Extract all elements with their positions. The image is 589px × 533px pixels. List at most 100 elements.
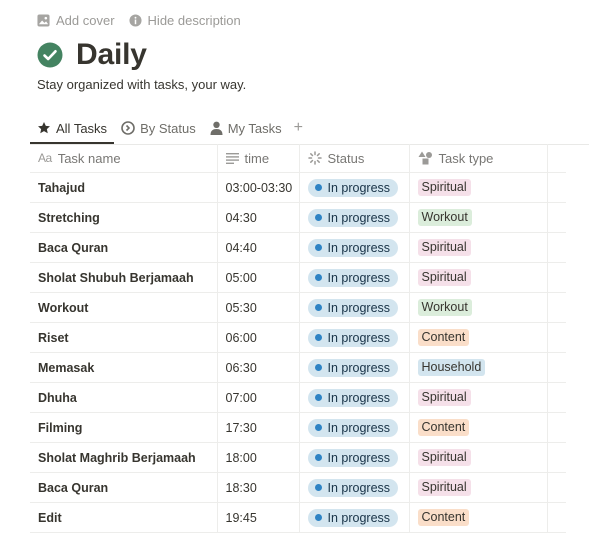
page-title[interactable]: Daily: [76, 38, 147, 72]
table-row[interactable]: Riset 06:00 In progress Content: [30, 322, 566, 353]
check-circle-icon[interactable]: [37, 42, 63, 68]
table-row[interactable]: Baca Quran 04:40 In progress Spiritual: [30, 232, 566, 263]
task-type-tag: Workout: [417, 209, 472, 226]
status-cell[interactable]: In progress: [299, 502, 410, 533]
time-cell[interactable]: 19:45: [217, 502, 300, 533]
status-circle-icon: [121, 121, 135, 135]
time-cell[interactable]: 17:30: [217, 412, 300, 443]
task-type-tag: Content: [417, 329, 470, 346]
status-cell[interactable]: In progress: [299, 262, 410, 293]
status-dot-icon: [314, 364, 322, 371]
task-type-tag: Content: [417, 509, 470, 526]
table-row[interactable]: Sholat Shubuh Berjamaah 05:00 In progress S…: [30, 262, 566, 293]
table-row[interactable]: Baca Quran 18:30 In progress Spiritual: [30, 472, 566, 503]
task-type-tag: Household: [417, 359, 486, 376]
task-name-cell[interactable]: Sholat Maghrib Berjamaah: [30, 442, 218, 473]
status-label: In progress: [327, 510, 391, 525]
status-cell[interactable]: In progress: [299, 472, 410, 503]
task-name-cell[interactable]: Stretching: [30, 202, 218, 233]
page-actions: Add cover Hide description: [37, 11, 241, 29]
status-dot-icon: [314, 274, 322, 281]
task-type-cell[interactable]: Content: [409, 502, 548, 533]
table-row[interactable]: Sholat Maghrib Berjamaah 18:00 In progress…: [30, 442, 566, 473]
table-row[interactable]: Edit 19:45 In progress Content: [30, 502, 566, 533]
table-row[interactable]: Stretching 04:30 In progress Workout: [30, 202, 566, 233]
time-cell[interactable]: 05:00: [217, 262, 300, 293]
tab-by-status[interactable]: By Status: [121, 117, 196, 139]
time-cell[interactable]: 04:30: [217, 202, 300, 233]
status-cell[interactable]: In progress: [299, 172, 410, 203]
table-row[interactable]: Dhuha 07:00 In progress Spiritual: [30, 382, 566, 413]
status-cell[interactable]: In progress: [299, 202, 410, 233]
time-cell[interactable]: 07:00: [217, 382, 300, 413]
task-name-cell[interactable]: Baca Quran: [30, 232, 218, 263]
time-cell[interactable]: 05:30: [217, 292, 300, 323]
table-row[interactable]: Filming 17:30 In progress Content: [30, 412, 566, 443]
view-tabs: All Tasks By Status My Tasks +: [37, 117, 303, 139]
add-cover-button[interactable]: Add cover: [37, 13, 115, 28]
tab-my-tasks[interactable]: My Tasks: [210, 117, 282, 139]
task-name-cell[interactable]: Sholat Shubuh Berjamaah: [30, 262, 218, 293]
status-dot-icon: [314, 424, 322, 431]
column-header-status[interactable]: Status: [299, 144, 410, 173]
task-type-cell[interactable]: Content: [409, 412, 548, 443]
task-type-cell[interactable]: Content: [409, 322, 548, 353]
table-row[interactable]: Memasak 06:30 In progress Household: [30, 352, 566, 383]
time-cell[interactable]: 06:00: [217, 322, 300, 353]
time-cell[interactable]: 18:30: [217, 472, 300, 503]
task-name-cell[interactable]: Dhuha: [30, 382, 218, 413]
task-type-cell[interactable]: Spiritual: [409, 172, 548, 203]
task-name-cell[interactable]: Riset: [30, 322, 218, 353]
time-cell[interactable]: 18:00: [217, 442, 300, 473]
table-row[interactable]: Tahajud 03:00-03:30 In progress Spiritual: [30, 172, 566, 203]
column-header-task-name[interactable]: Aa Task name: [30, 144, 218, 173]
task-type-cell[interactable]: Spiritual: [409, 232, 548, 263]
page-title-row: Daily: [37, 38, 147, 72]
task-type-cell[interactable]: Spiritual: [409, 472, 548, 503]
extra-cell: [547, 262, 566, 293]
task-name-cell[interactable]: Baca Quran: [30, 472, 218, 503]
task-name-cell[interactable]: Tahajud: [30, 172, 218, 203]
page-description[interactable]: Stay organized with tasks, your way.: [37, 77, 246, 92]
tasks-table: Aa Task name time Status Task type Tahaj…: [30, 144, 566, 533]
status-cell[interactable]: In progress: [299, 382, 410, 413]
status-label: In progress: [327, 330, 391, 345]
task-name-cell[interactable]: Filming: [30, 412, 218, 443]
status-cell[interactable]: In progress: [299, 412, 410, 443]
task-type-cell[interactable]: Spiritual: [409, 442, 548, 473]
status-cell[interactable]: In progress: [299, 442, 410, 473]
task-type-tag: Spiritual: [417, 389, 471, 406]
add-view-button[interactable]: +: [293, 117, 303, 139]
task-type-cell[interactable]: Workout: [409, 292, 548, 323]
task-name-cell[interactable]: Workout: [30, 292, 218, 323]
task-type-cell[interactable]: Workout: [409, 202, 548, 233]
column-header-time[interactable]: time: [217, 144, 300, 173]
status-badge: In progress: [307, 298, 399, 317]
table-row[interactable]: Workout 05:30 In progress Workout: [30, 292, 566, 323]
task-type-tag: Spiritual: [417, 179, 471, 196]
add-cover-label: Add cover: [56, 12, 115, 28]
time-cell[interactable]: 03:00-03:30: [217, 172, 300, 203]
extra-cell: [547, 382, 566, 413]
hide-description-button[interactable]: Hide description: [129, 13, 241, 28]
status-cell[interactable]: In progress: [299, 352, 410, 383]
time-cell[interactable]: 04:40: [217, 232, 300, 263]
column-header-extra: [547, 144, 566, 173]
column-header-task-type[interactable]: Task type: [409, 144, 548, 173]
status-cell[interactable]: In progress: [299, 232, 410, 263]
status-badge: In progress: [307, 508, 399, 527]
info-icon: [129, 13, 142, 27]
time-cell[interactable]: 06:30: [217, 352, 300, 383]
status-label: In progress: [327, 180, 391, 195]
task-name-cell[interactable]: Edit: [30, 502, 218, 533]
status-cell[interactable]: In progress: [299, 322, 410, 353]
table-body: Tahajud 03:00-03:30 In progress Spiritual St…: [30, 172, 566, 533]
task-name-cell[interactable]: Memasak: [30, 352, 218, 383]
status-badge: In progress: [307, 358, 399, 377]
plus-icon: +: [293, 119, 303, 136]
task-type-cell[interactable]: Spiritual: [409, 382, 548, 413]
task-type-cell[interactable]: Household: [409, 352, 548, 383]
task-type-cell[interactable]: Spiritual: [409, 262, 548, 293]
tab-all-tasks[interactable]: All Tasks: [37, 117, 107, 139]
status-cell[interactable]: In progress: [299, 292, 410, 323]
